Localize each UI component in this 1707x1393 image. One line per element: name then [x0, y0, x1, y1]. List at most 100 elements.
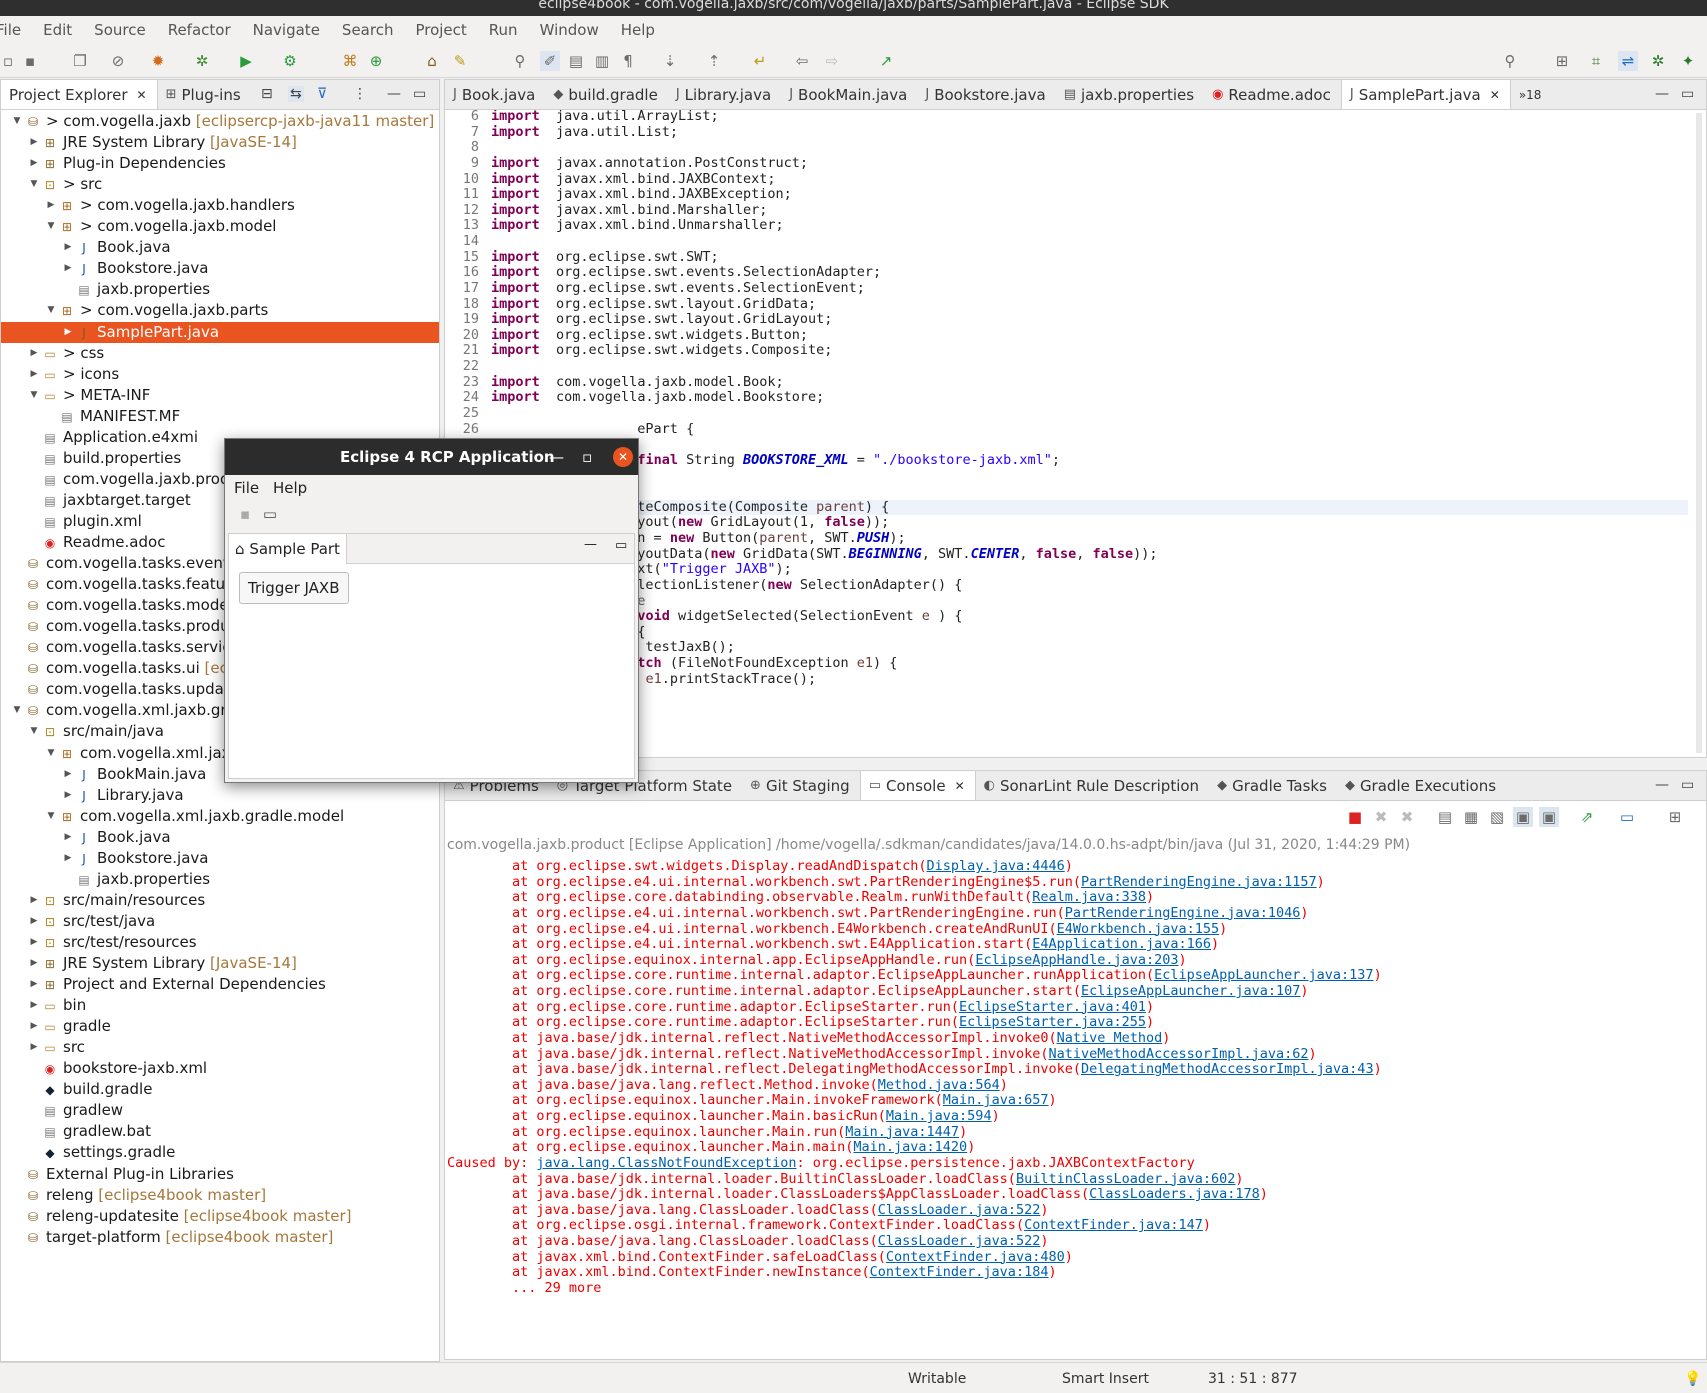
menu-run[interactable]: Run	[477, 21, 528, 39]
source-link[interactable]: EclipseAppHandle.java:203	[975, 952, 1178, 968]
tree-item[interactable]: ⛁ releng-updatesite [eclipse4book master]	[1, 1206, 439, 1227]
tree-item[interactable]: ⛁ target-platform [eclipse4book master]	[1, 1227, 439, 1248]
close-icon[interactable]: ✕	[1490, 88, 1500, 102]
source-link[interactable]: PartRenderingEngine.java:1046	[1065, 905, 1301, 921]
word-wrap-console-icon[interactable]: ▧	[1487, 807, 1507, 827]
tree-item[interactable]: ▶ ⊞ Plug-in Dependencies	[1, 153, 439, 174]
back-icon[interactable]: ⇦	[792, 51, 812, 71]
remove-launch-icon[interactable]: ✖	[1371, 807, 1391, 827]
tree-item[interactable]: ▶ ▭ src	[1, 1037, 439, 1058]
terminate-icon[interactable]: ■	[1345, 807, 1365, 827]
source-link[interactable]: ClassLoader.java:522	[878, 1202, 1041, 1218]
external-tools-icon[interactable]: ↗	[876, 51, 896, 71]
expand-right-icon[interactable]: ▶	[62, 322, 74, 343]
menu-refactor[interactable]: Refactor	[156, 21, 241, 39]
tree-item[interactable]: ▶ J Bookstore.java	[1, 258, 439, 279]
console-maximize-icon[interactable]: ▭	[1681, 777, 1694, 793]
trigger-jaxb-button[interactable]: Trigger JAXB	[239, 572, 349, 604]
prev-annotation-icon[interactable]: ⇡	[704, 51, 724, 71]
tree-item[interactable]: ▼ ⊞ com.vogella.xml.jaxb.gradle.model	[1, 806, 439, 827]
expand-down-icon[interactable]: ▼	[11, 111, 23, 132]
tree-item[interactable]: ▼ ⛁ > com.vogella.jaxb [eclipsercp-jaxb-ja…	[1, 111, 439, 132]
expand-right-icon[interactable]: ▶	[28, 1016, 40, 1037]
mark-occurrences-icon[interactable]: ✐	[540, 51, 560, 71]
new-icon[interactable]: ▫	[0, 51, 18, 71]
tree-item[interactable]: ▶ ⊡ src/main/resources	[1, 890, 439, 911]
tab-sample-part[interactable]: ⌂ Sample Part	[229, 534, 347, 564]
expand-down-icon[interactable]: ▼	[45, 300, 57, 321]
close-icon[interactable]: ✕	[137, 88, 147, 102]
source-link[interactable]: E4Workbench.java:155	[1057, 921, 1220, 937]
source-link[interactable]: DelegatingMethodAccessorImpl.java:43	[1081, 1061, 1374, 1077]
source-link[interactable]: EclipseAppLauncher.java:107	[1081, 983, 1300, 999]
tab-bookstore-java[interactable]: J Bookstore.java	[917, 80, 1055, 109]
expand-right-icon[interactable]: ▶	[28, 911, 40, 932]
rcp-title-bar[interactable]: Eclipse 4 RCP Application — ▫ ✕	[225, 439, 638, 475]
tree-item[interactable]: ◉ bookstore-jaxb.xml	[1, 1058, 439, 1079]
remove-all-icon[interactable]: ✖	[1397, 807, 1417, 827]
bug-icon[interactable]: ✲	[192, 51, 212, 71]
tab-console[interactable]: ▭ Console ✕	[859, 771, 976, 800]
tree-item[interactable]: ▶ J SamplePart.java	[1, 321, 439, 343]
editor-maximize-icon[interactable]: ▭	[1681, 86, 1694, 102]
rcp-minimize-icon[interactable]: —	[549, 439, 564, 475]
tree-item[interactable]: ▶ ⊞ JRE System Library [JavaSE-14]	[1, 132, 439, 153]
menu-project[interactable]: Project	[403, 21, 476, 39]
show-stderr-icon[interactable]: ▣	[1539, 807, 1559, 827]
tab-overflow-button[interactable]: »18	[1511, 80, 1552, 109]
source-link[interactable]: BuiltinClassLoader.java:602	[1016, 1171, 1235, 1187]
rcp-close-icon[interactable]: ✕	[613, 447, 633, 467]
link-editor-icon[interactable]: ⇆	[288, 86, 304, 102]
tab-gradle-executions[interactable]: ◆ Gradle Executions	[1337, 771, 1506, 800]
save-all-icon[interactable]: ❐	[70, 51, 90, 71]
new-package-icon[interactable]: ⌘	[340, 51, 360, 71]
console-output[interactable]: at org.eclipse.swt.widgets.Display.readA…	[445, 856, 1706, 1359]
plugin-perspective-icon[interactable]: ⇌	[1618, 51, 1638, 71]
source-link[interactable]: ContextFinder.java:184	[870, 1264, 1049, 1281]
expand-down-icon[interactable]: ▼	[28, 174, 40, 195]
menu-window[interactable]: Window	[528, 21, 609, 39]
tab-sonarlint-rule-description[interactable]: ◐ SonarLint Rule Description	[976, 771, 1209, 800]
tree-item[interactable]: ▤ gradlew.bat	[1, 1121, 439, 1142]
tab-samplepart-java[interactable]: J SamplePart.java ✕	[1340, 80, 1511, 109]
open-perspective-icon[interactable]: ⊞	[1552, 51, 1572, 71]
clear-console-icon[interactable]: ▤	[1435, 807, 1455, 827]
expand-right-icon[interactable]: ▶	[28, 953, 40, 974]
source-link[interactable]: Main.java:1420	[853, 1139, 967, 1156]
block-selection-icon[interactable]: ▤	[566, 51, 586, 71]
tree-item[interactable]: ▶ J Library.java	[1, 785, 439, 806]
tree-item[interactable]: ▼ ▭ > META-INF	[1, 385, 439, 406]
expand-right-icon[interactable]: ▶	[28, 132, 40, 153]
part-minimize-icon[interactable]: —	[584, 537, 597, 552]
menu-file[interactable]: File	[0, 21, 31, 39]
expand-down-icon[interactable]: ▼	[28, 385, 40, 406]
tab-readme-adoc[interactable]: ◉ Readme.adoc	[1204, 80, 1341, 109]
rcp-menu-help[interactable]: Help	[273, 475, 307, 501]
tree-item[interactable]: ⛁ External Plug-in Libraries	[1, 1164, 439, 1185]
close-icon[interactable]: ✕	[955, 779, 965, 793]
tab-plug-ins[interactable]: ⊞ Plug-ins	[158, 80, 251, 109]
expand-right-icon[interactable]: ▶	[28, 364, 40, 385]
menu-search[interactable]: Search	[330, 21, 404, 39]
word-wrap-icon[interactable]: ▥	[592, 51, 612, 71]
expand-right-icon[interactable]: ▶	[62, 827, 74, 848]
display-console-icon[interactable]: ▭	[1617, 807, 1637, 827]
menu-help[interactable]: Help	[609, 21, 665, 39]
tree-item[interactable]: ▤ gradlew	[1, 1100, 439, 1121]
show-stdout-icon[interactable]: ▣	[1513, 807, 1533, 827]
expand-right-icon[interactable]: ▶	[28, 1037, 40, 1058]
scroll-lock-icon[interactable]: ▦	[1461, 807, 1481, 827]
rcp-maximize-icon[interactable]: ▫	[582, 439, 592, 475]
new-class-icon[interactable]: ⊕	[366, 51, 386, 71]
tree-item[interactable]: ⛁ releng [eclipse4book master]	[1, 1185, 439, 1206]
pin-console-icon[interactable]: ⇗	[1577, 807, 1597, 827]
source-link[interactable]: ContextFinder.java:480	[886, 1249, 1065, 1265]
source-link[interactable]: Main.java:1447	[845, 1124, 959, 1140]
source-link[interactable]: Display.java:4446	[927, 858, 1065, 874]
menu-edit[interactable]: Edit	[31, 21, 82, 39]
next-annotation-icon[interactable]: ⇣	[660, 51, 680, 71]
expand-right-icon[interactable]: ▶	[28, 974, 40, 995]
tree-item[interactable]: ▶ ▭ gradle	[1, 1016, 439, 1037]
tab-bookmain-java[interactable]: J BookMain.java	[781, 80, 917, 109]
tab-project-explorer[interactable]: Project Explorer ✕	[1, 80, 158, 109]
